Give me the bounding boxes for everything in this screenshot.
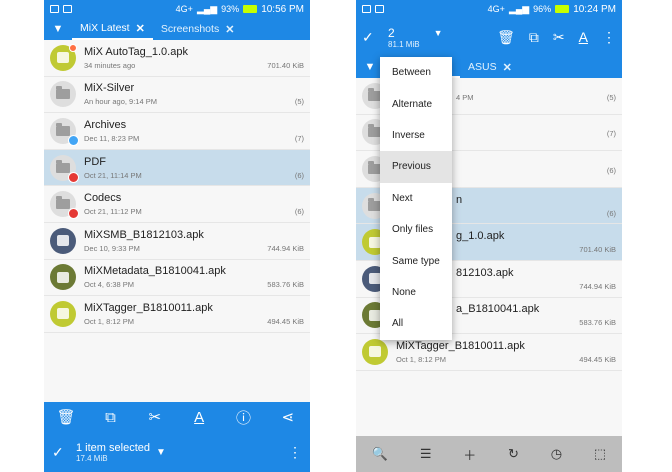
refresh-icon[interactable]: ↻: [508, 446, 519, 462]
menu-item-between[interactable]: Between: [380, 57, 452, 88]
tab-asus[interactable]: ASUS ✕: [460, 56, 520, 78]
network-label: 4G+: [487, 4, 505, 14]
list-item[interactable]: MiXTagger_B1810011.apk Oct 1, 8:12 PM 494…: [356, 334, 622, 371]
status-bar: 4G+ ▂▄▆ 93% 10:56 PM: [44, 0, 310, 18]
list-item[interactable]: MiXSMB_B1812103.apk Dec 10, 9:33 PM 744.9…: [44, 222, 310, 260]
select-all-icon[interactable]: ⬚: [594, 446, 606, 462]
signal-icon: ▂▄▆: [196, 3, 218, 14]
list-item-selected[interactable]: PDF Oct 21, 11:14 PM (6): [44, 149, 310, 187]
selection-menu: Between Alternate Inverse Previous Next …: [380, 57, 452, 340]
rename-icon[interactable]: A: [579, 29, 588, 45]
phone-screen-right: 4G+ ▂▄▆ 96% 10:24 PM ✓ 2 81.1 MiB ▼ 🗑 ⧉ …: [356, 0, 622, 472]
notification-icon: [50, 5, 59, 13]
apk-icon: [50, 43, 77, 71]
search-icon[interactable]: 🔍: [372, 446, 388, 462]
cut-icon[interactable]: ✂: [143, 408, 167, 426]
info-icon[interactable]: ⓘ: [231, 407, 255, 428]
selection-count[interactable]: 2: [388, 26, 420, 40]
status-bar: 4G+ ▂▄▆ 96% 10:24 PM: [356, 0, 622, 18]
chevron-down-icon[interactable]: ▼: [44, 23, 72, 35]
list-item[interactable]: MiX-Silver An hour ago, 9:14 PM (5): [44, 76, 310, 114]
battery-icon: [243, 5, 258, 13]
share-icon[interactable]: ⋖: [276, 408, 300, 426]
file-list: MiX AutoTag_1.0.apk 34 minutes ago 701.40…: [44, 40, 310, 333]
notification-icon: [375, 5, 384, 13]
folder-icon: [50, 117, 79, 146]
apk-icon: [50, 264, 76, 291]
chevron-down-icon[interactable]: ▼: [156, 447, 166, 458]
copy-icon[interactable]: ⧉: [98, 409, 122, 426]
clock: 10:24 PM: [573, 3, 616, 15]
battery-percent: 96%: [533, 4, 552, 14]
apk-icon: [362, 338, 388, 365]
close-icon[interactable]: ✕: [136, 22, 145, 35]
list-item[interactable]: Codecs Oct 21, 11:12 PM (6): [44, 186, 310, 223]
menu-item-previous[interactable]: Previous: [380, 151, 452, 183]
more-vert-icon[interactable]: ⋮: [288, 444, 302, 461]
menu-item-all[interactable]: All: [380, 308, 452, 339]
rename-icon[interactable]: A: [187, 409, 211, 426]
notification-icon: [63, 5, 72, 13]
check-icon[interactable]: ✓: [52, 444, 76, 461]
folder-icon: [50, 81, 76, 108]
chevron-down-icon[interactable]: ▼: [434, 28, 443, 38]
clock: 10:56 PM: [261, 3, 304, 15]
action-toolbar: 🗑 ⧉ ✂ A ⓘ ⋖: [44, 402, 310, 432]
list-item[interactable]: Archives Dec 11, 8:23 PM (7): [44, 113, 310, 150]
bottom-toolbar: 🔍 ☰ ＋ ↻ ◷ ⬚: [356, 436, 622, 472]
apk-icon: [50, 227, 76, 254]
list-item[interactable]: MiXTagger_B1810011.apk Oct 1, 8:12 PM 494…: [44, 296, 310, 333]
cut-icon[interactable]: ✂: [553, 29, 565, 46]
list-view-icon[interactable]: ☰: [420, 446, 432, 462]
folder-icon: [50, 191, 79, 220]
menu-item-alternate[interactable]: Alternate: [380, 88, 452, 119]
selection-size: 81.1 MiB: [388, 39, 420, 49]
battery-percent: 93%: [221, 4, 240, 14]
selection-count[interactable]: 1 item selected: [76, 442, 150, 454]
menu-item-inverse[interactable]: Inverse: [380, 120, 452, 151]
selection-bar: ✓ 1 item selected 17.4 MiB ▼ ⋮: [44, 432, 310, 472]
battery-icon: [555, 5, 570, 13]
notification-icon: [362, 5, 371, 13]
signal-icon: ▂▄▆: [508, 3, 530, 14]
more-vert-icon[interactable]: ⋮: [602, 29, 616, 46]
menu-item-only-files[interactable]: Only files: [380, 214, 452, 245]
apk-icon: [50, 300, 76, 327]
menu-item-none[interactable]: None: [380, 277, 452, 308]
list-item[interactable]: MiXMetadata_B1810041.apk Oct 4, 6:38 PM 5…: [44, 259, 310, 297]
selection-size: 17.4 MiB: [76, 453, 108, 463]
network-label: 4G+: [175, 4, 193, 14]
check-icon[interactable]: ✓: [362, 29, 388, 46]
list-item[interactable]: MiX AutoTag_1.0.apk 34 minutes ago 701.40…: [44, 40, 310, 77]
delete-icon[interactable]: 🗑: [54, 408, 78, 426]
tab-bar: ▼ MiX Latest ✕ Screenshots ✕: [44, 18, 310, 40]
close-icon[interactable]: ✕: [225, 23, 234, 36]
phone-screen-left: 4G+ ▂▄▆ 93% 10:56 PM ▼ MiX Latest ✕ Scree…: [44, 0, 310, 472]
add-icon[interactable]: ＋: [463, 445, 476, 464]
menu-item-next[interactable]: Next: [380, 183, 452, 214]
menu-item-same-type[interactable]: Same type: [380, 245, 452, 276]
copy-icon[interactable]: ⧉: [529, 29, 539, 46]
tab-mix-latest[interactable]: MiX Latest ✕: [72, 18, 153, 40]
tab-screenshots[interactable]: Screenshots ✕: [153, 18, 243, 40]
history-icon[interactable]: ◷: [551, 446, 562, 462]
delete-icon[interactable]: 🗑: [497, 29, 515, 46]
close-icon[interactable]: ✕: [503, 61, 512, 74]
folder-icon: [50, 154, 79, 183]
